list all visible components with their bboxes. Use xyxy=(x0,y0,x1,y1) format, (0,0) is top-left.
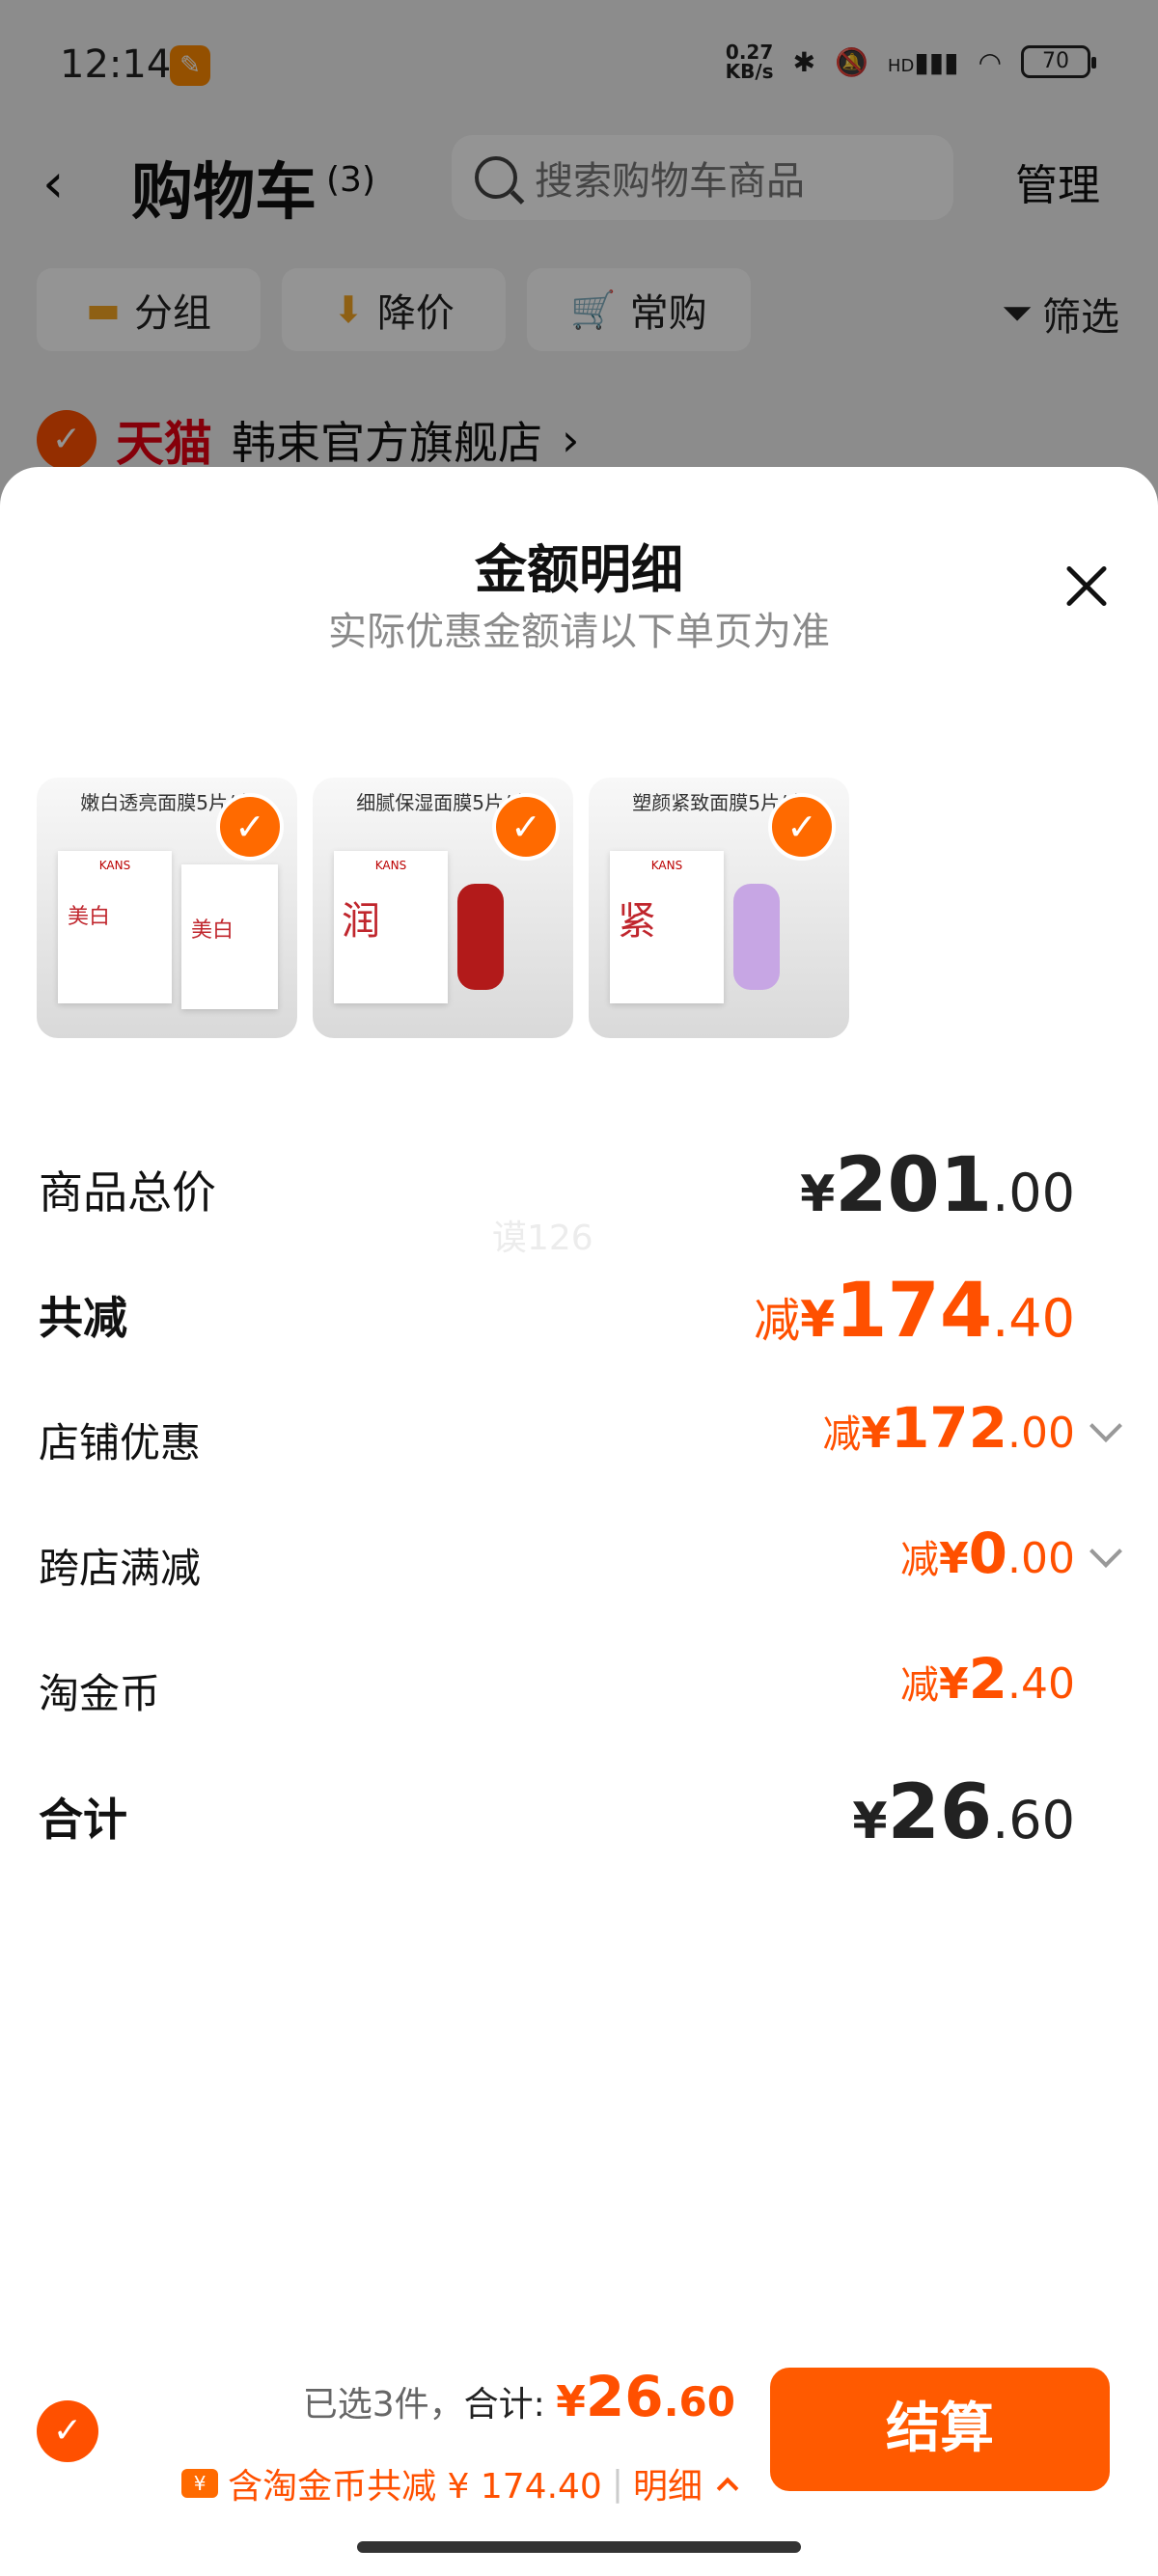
store-coupon-row[interactable]: 店铺优惠 减¥172.00 xyxy=(39,1395,1122,1472)
sum-value: 26 xyxy=(585,2364,664,2429)
sheet-subtitle: 实际优惠金额请以下单页为准 xyxy=(328,610,830,654)
product-thumbnails: 嫩白透亮面膜5片/盒 KANS 美白 美白 ✓ 细腻保湿面膜5片/盒 KANS … xyxy=(37,778,849,1038)
product-box-image: KANS 紧 xyxy=(610,851,724,1003)
product-sachet-image: 美白 xyxy=(181,864,278,1009)
selected-count: 已选3件， xyxy=(302,2385,464,2425)
coin-icon: ¥ xyxy=(181,2469,219,2498)
sum-label: 合计: xyxy=(463,2385,557,2425)
product-box-image: KANS 美白 xyxy=(58,851,172,1003)
sum-amount: ¥26.60 xyxy=(852,1769,1075,1856)
selection-summary: 已选3件，合计: ¥26.60 xyxy=(302,2364,735,2429)
chevron-up-icon xyxy=(716,2477,739,2500)
sum-label: 合计 xyxy=(39,1794,127,1846)
selected-check-icon[interactable]: ✓ xyxy=(492,793,560,861)
product-bottle-image xyxy=(733,884,780,990)
selected-check-icon[interactable]: ✓ xyxy=(768,793,836,861)
detail-label: 明细 xyxy=(632,2467,703,2507)
taojinbi-label: 淘金币 xyxy=(39,1670,161,1717)
product-thumb[interactable]: 细腻保湿面膜5片/盒 KANS 润 ✓ xyxy=(313,778,573,1038)
divider: | xyxy=(611,2463,623,2504)
product-thumb[interactable]: 塑颜紧致面膜5片/盒 KANS 紧 ✓ xyxy=(589,778,849,1038)
total-price-amount: ¥201.00 xyxy=(800,1142,1075,1229)
checkout-bar: ✓ 已选3件，合计: ¥26.60 ¥ 含淘金币共减 ¥ 174.40 | 明细… xyxy=(0,2344,1158,2537)
product-box-image: KANS 润 xyxy=(334,851,448,1003)
total-price-row: 商品总价 ¥201.00 xyxy=(39,1142,1114,1229)
total-discount-row: 共减 减¥174.40 xyxy=(39,1268,1114,1355)
selected-check-icon[interactable]: ✓ xyxy=(216,793,284,861)
total-price-label: 商品总价 xyxy=(39,1166,216,1219)
close-icon[interactable] xyxy=(1060,560,1114,614)
chevron-down-icon[interactable] xyxy=(1089,1535,1122,1568)
discount-detail-link[interactable]: ¥ 含淘金币共减 ¥ 174.40 | 明细 xyxy=(181,2458,739,2508)
sheet-title: 金额明细 xyxy=(475,539,683,600)
store-coupon-amount: 减¥172.00 xyxy=(822,1395,1075,1461)
product-thumb[interactable]: 嫩白透亮面膜5片/盒 KANS 美白 美白 ✓ xyxy=(37,778,297,1038)
product-bottle-image xyxy=(457,884,504,990)
store-coupon-label: 店铺优惠 xyxy=(39,1419,202,1466)
coin-discount-text: 含淘金币共减 ¥ 174.40 xyxy=(228,2467,602,2507)
cross-store-row[interactable]: 跨店满减 减¥0.00 xyxy=(39,1521,1122,1598)
home-indicator xyxy=(357,2541,801,2553)
total-discount-label: 共减 xyxy=(39,1292,127,1344)
select-all-check-icon[interactable]: ✓ xyxy=(37,2400,98,2462)
chevron-down-icon[interactable] xyxy=(1089,1410,1122,1442)
taojinbi-row: 淘金币 减¥2.40 xyxy=(39,1646,1114,1723)
checkout-button[interactable]: 结算 xyxy=(770,2368,1110,2491)
sum-row: 合计 ¥26.60 xyxy=(39,1769,1114,1856)
taojinbi-amount: 减¥2.40 xyxy=(900,1646,1075,1712)
total-discount-amount: 减¥174.40 xyxy=(754,1268,1075,1355)
amount-detail-sheet: 金额明细 实际优惠金额请以下单页为准 嫩白透亮面膜5片/盒 KANS 美白 美白… xyxy=(0,467,1158,2576)
cross-store-amount: 减¥0.00 xyxy=(900,1521,1075,1586)
cross-store-label: 跨店满减 xyxy=(39,1545,202,1592)
